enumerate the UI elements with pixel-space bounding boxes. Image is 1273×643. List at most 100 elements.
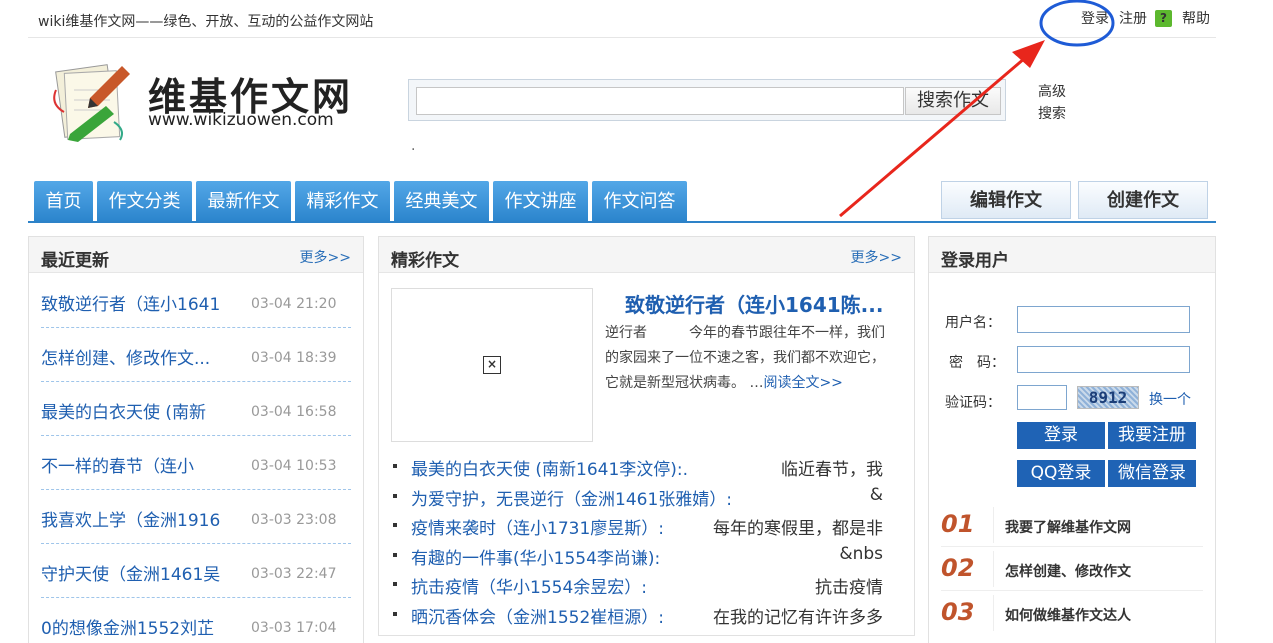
featured-more-link[interactable]: 更多>> (851, 247, 902, 267)
list-item-excerpt: 临近春节，我 (781, 460, 883, 480)
list-item: 0的想像金洲1552刘芷 03-03 17:04 (41, 598, 351, 643)
password-label: 密 码： (949, 355, 1005, 371)
wechat-login-button[interactable]: 微信登录 (1108, 460, 1196, 487)
list-item-title[interactable]: 最美的白衣天使 (南新 (41, 398, 206, 423)
list-item-title[interactable]: 致敬逆行者（连小1641 (41, 290, 220, 315)
create-essay-button[interactable]: 创建作文 (1078, 181, 1208, 219)
list-item-time: 03-04 18:39 (251, 350, 337, 366)
nav-tab-home[interactable]: 首页 (34, 181, 93, 221)
help-icon[interactable]: ? (1155, 9, 1172, 27)
guide-text: 怎样创建、修改作文 (1005, 564, 1131, 580)
nav-tab-classic[interactable]: 经典美文 (394, 181, 489, 221)
list-item-excerpt: 每年的寒假里，都是非 (713, 519, 883, 539)
nav-tab-qa[interactable]: 作文问答 (592, 181, 687, 221)
list-item: 最美的白衣天使 (南新1641李汶停):. 临近春节，我 (393, 452, 903, 482)
list-item-time: 03-04 21:20 (251, 296, 337, 312)
register-button[interactable]: 我要注册 (1108, 422, 1196, 449)
logo-url: www.wikizuowen.com (148, 110, 334, 130)
logo-pencil-icon (53, 64, 130, 142)
list-item-title[interactable]: 疫情来袭时（连小1731廖昱斯）: (411, 514, 664, 539)
help-link[interactable]: 帮助 (1182, 8, 1210, 28)
search-box: 搜索作文 (408, 79, 1006, 121)
search-input[interactable] (416, 87, 904, 115)
list-item-title[interactable]: 最美的白衣天使 (南新1641李汶停):. (411, 455, 688, 480)
list-item: 不一样的春节（连小 03-04 10:53 (41, 436, 351, 490)
list-item-title[interactable]: 抗击疫情（华小1554余昱宏）: (411, 573, 647, 598)
list-item-excerpt: &nbs (839, 543, 883, 564)
guide-text: 我要了解维基作文网 (1005, 520, 1131, 536)
nav-tab-latest[interactable]: 最新作文 (196, 181, 291, 221)
guide-list: 01 我要了解维基作文网 02 怎样创建、修改作文 03 如何做维基作文达人 (941, 503, 1203, 635)
list-item-title[interactable]: 我喜欢上学（金洲1916 (41, 506, 220, 531)
recent-title: 最近更新 (41, 251, 109, 271)
guide-number: 03 (941, 598, 975, 626)
bullet-icon (393, 582, 397, 586)
featured-main-title[interactable]: 致敬逆行者（连小1641陈... (625, 289, 883, 318)
qq-login-button[interactable]: QQ登录 (1017, 460, 1105, 487)
list-item-title[interactable]: 不一样的春节（连小 (41, 452, 194, 477)
bullet-icon (393, 552, 397, 557)
captcha-image[interactable]: 8912 (1077, 386, 1139, 409)
search-button[interactable]: 搜索作文 (905, 87, 1001, 115)
list-item-title[interactable]: 晒沉香体会（金洲1552崔桓源）: (411, 603, 664, 628)
login-button[interactable]: 登录 (1017, 422, 1105, 449)
register-link[interactable]: 注册 (1119, 8, 1147, 28)
list-item-time: 03-03 17:04 (251, 620, 337, 636)
list-item: 致敬逆行者（连小1641 03-04 21:20 (41, 274, 351, 328)
guide-number: 02 (941, 554, 975, 582)
bullet-icon (393, 523, 397, 527)
captcha-field[interactable] (1017, 385, 1067, 410)
recent-list: 致敬逆行者（连小1641 03-04 21:20 怎样创建、修改作文... 03-0… (41, 274, 351, 643)
guide-item[interactable]: 02 怎样创建、修改作文 (941, 547, 1203, 591)
list-item: 守护天使（金洲1461吴 03-03 22:47 (41, 544, 351, 598)
site-logo[interactable]: 维基作文网 www.wikizuowen.com (50, 60, 350, 145)
list-item: 最美的白衣天使 (南新 03-04 16:58 (41, 382, 351, 436)
featured-image[interactable]: × (391, 288, 593, 442)
list-item: 为爱守护，无畏逆行（金洲1461张雅婧）: & (393, 482, 903, 512)
search-dot: . (411, 138, 416, 154)
list-item-excerpt: & (869, 484, 883, 505)
list-item: 有趣的一件事(华小1554李尚谦): &nbs (393, 541, 903, 571)
list-item-time: 03-03 22:47 (251, 566, 337, 582)
captcha-refresh-link[interactable]: 换一个 (1149, 389, 1191, 409)
annotation-arrow-head (1012, 40, 1045, 68)
site-slogan: wiki维基作文网——绿色、开放、互动的公益作文网站 (38, 14, 374, 30)
list-item: 我喜欢上学（金洲1916 03-03 23:08 (41, 490, 351, 544)
guide-divider (993, 595, 994, 631)
nav-tab-lectures[interactable]: 作文讲座 (493, 181, 588, 221)
list-item-title[interactable]: 守护天使（金洲1461吴 (41, 560, 220, 585)
guide-item[interactable]: 03 如何做维基作文达人 (941, 591, 1203, 635)
guide-number: 01 (941, 510, 975, 538)
guide-text: 如何做维基作文达人 (1005, 608, 1131, 624)
nav-divider (28, 221, 1216, 223)
bullet-icon (393, 464, 397, 468)
top-bar: wiki维基作文网——绿色、开放、互动的公益作文网站 登录 注册 ? 帮助 (28, 0, 1216, 38)
username-label: 用户名： (945, 315, 1001, 331)
guide-item[interactable]: 01 我要了解维基作文网 (941, 503, 1203, 547)
featured-list: 最美的白衣天使 (南新1641李汶停):. 临近春节，我 为爱守护，无畏逆行（金洲… (393, 452, 903, 629)
bullet-icon (393, 611, 397, 616)
recent-more-link[interactable]: 更多>> (300, 247, 351, 267)
read-more-link[interactable]: 阅读全文>> (763, 375, 842, 391)
featured-header: 精彩作文 更多>> (379, 237, 914, 273)
login-link[interactable]: 登录 (1081, 8, 1109, 28)
username-field[interactable] (1017, 306, 1190, 333)
bullet-icon (393, 493, 397, 498)
list-item-title[interactable]: 怎样创建、修改作文... (41, 344, 210, 369)
list-item-title[interactable]: 为爱守护，无畏逆行（金洲1461张雅婧）: (411, 485, 732, 510)
list-item-time: 03-04 10:53 (251, 458, 337, 474)
login-header: 登录用户 (929, 237, 1215, 273)
featured-excerpt: 逆行者 今年的春节跟往年不一样，我们的家园来了一位不速之客，我们都不欢迎它，它就… (605, 325, 885, 391)
nav-tab-categories[interactable]: 作文分类 (97, 181, 192, 221)
list-item-title[interactable]: 有趣的一件事(华小1554李尚谦): (411, 544, 660, 569)
nav-tab-featured[interactable]: 精彩作文 (295, 181, 390, 221)
list-item-excerpt: 抗击疫情 (815, 578, 883, 598)
password-field[interactable] (1017, 346, 1190, 373)
edit-essay-button[interactable]: 编辑作文 (941, 181, 1071, 219)
advanced-search-link[interactable]: 高级搜索 (1038, 81, 1070, 125)
top-links: 登录 注册 ? 帮助 (1081, 8, 1210, 28)
list-item-time: 03-04 16:58 (251, 404, 337, 420)
list-item-title[interactable]: 0的想像金洲1552刘芷 (41, 614, 214, 639)
featured-panel: 精彩作文 更多>> × 致敬逆行者（连小1641陈... 逆行者 今年的春节跟往… (378, 236, 915, 636)
guide-divider (993, 551, 994, 587)
